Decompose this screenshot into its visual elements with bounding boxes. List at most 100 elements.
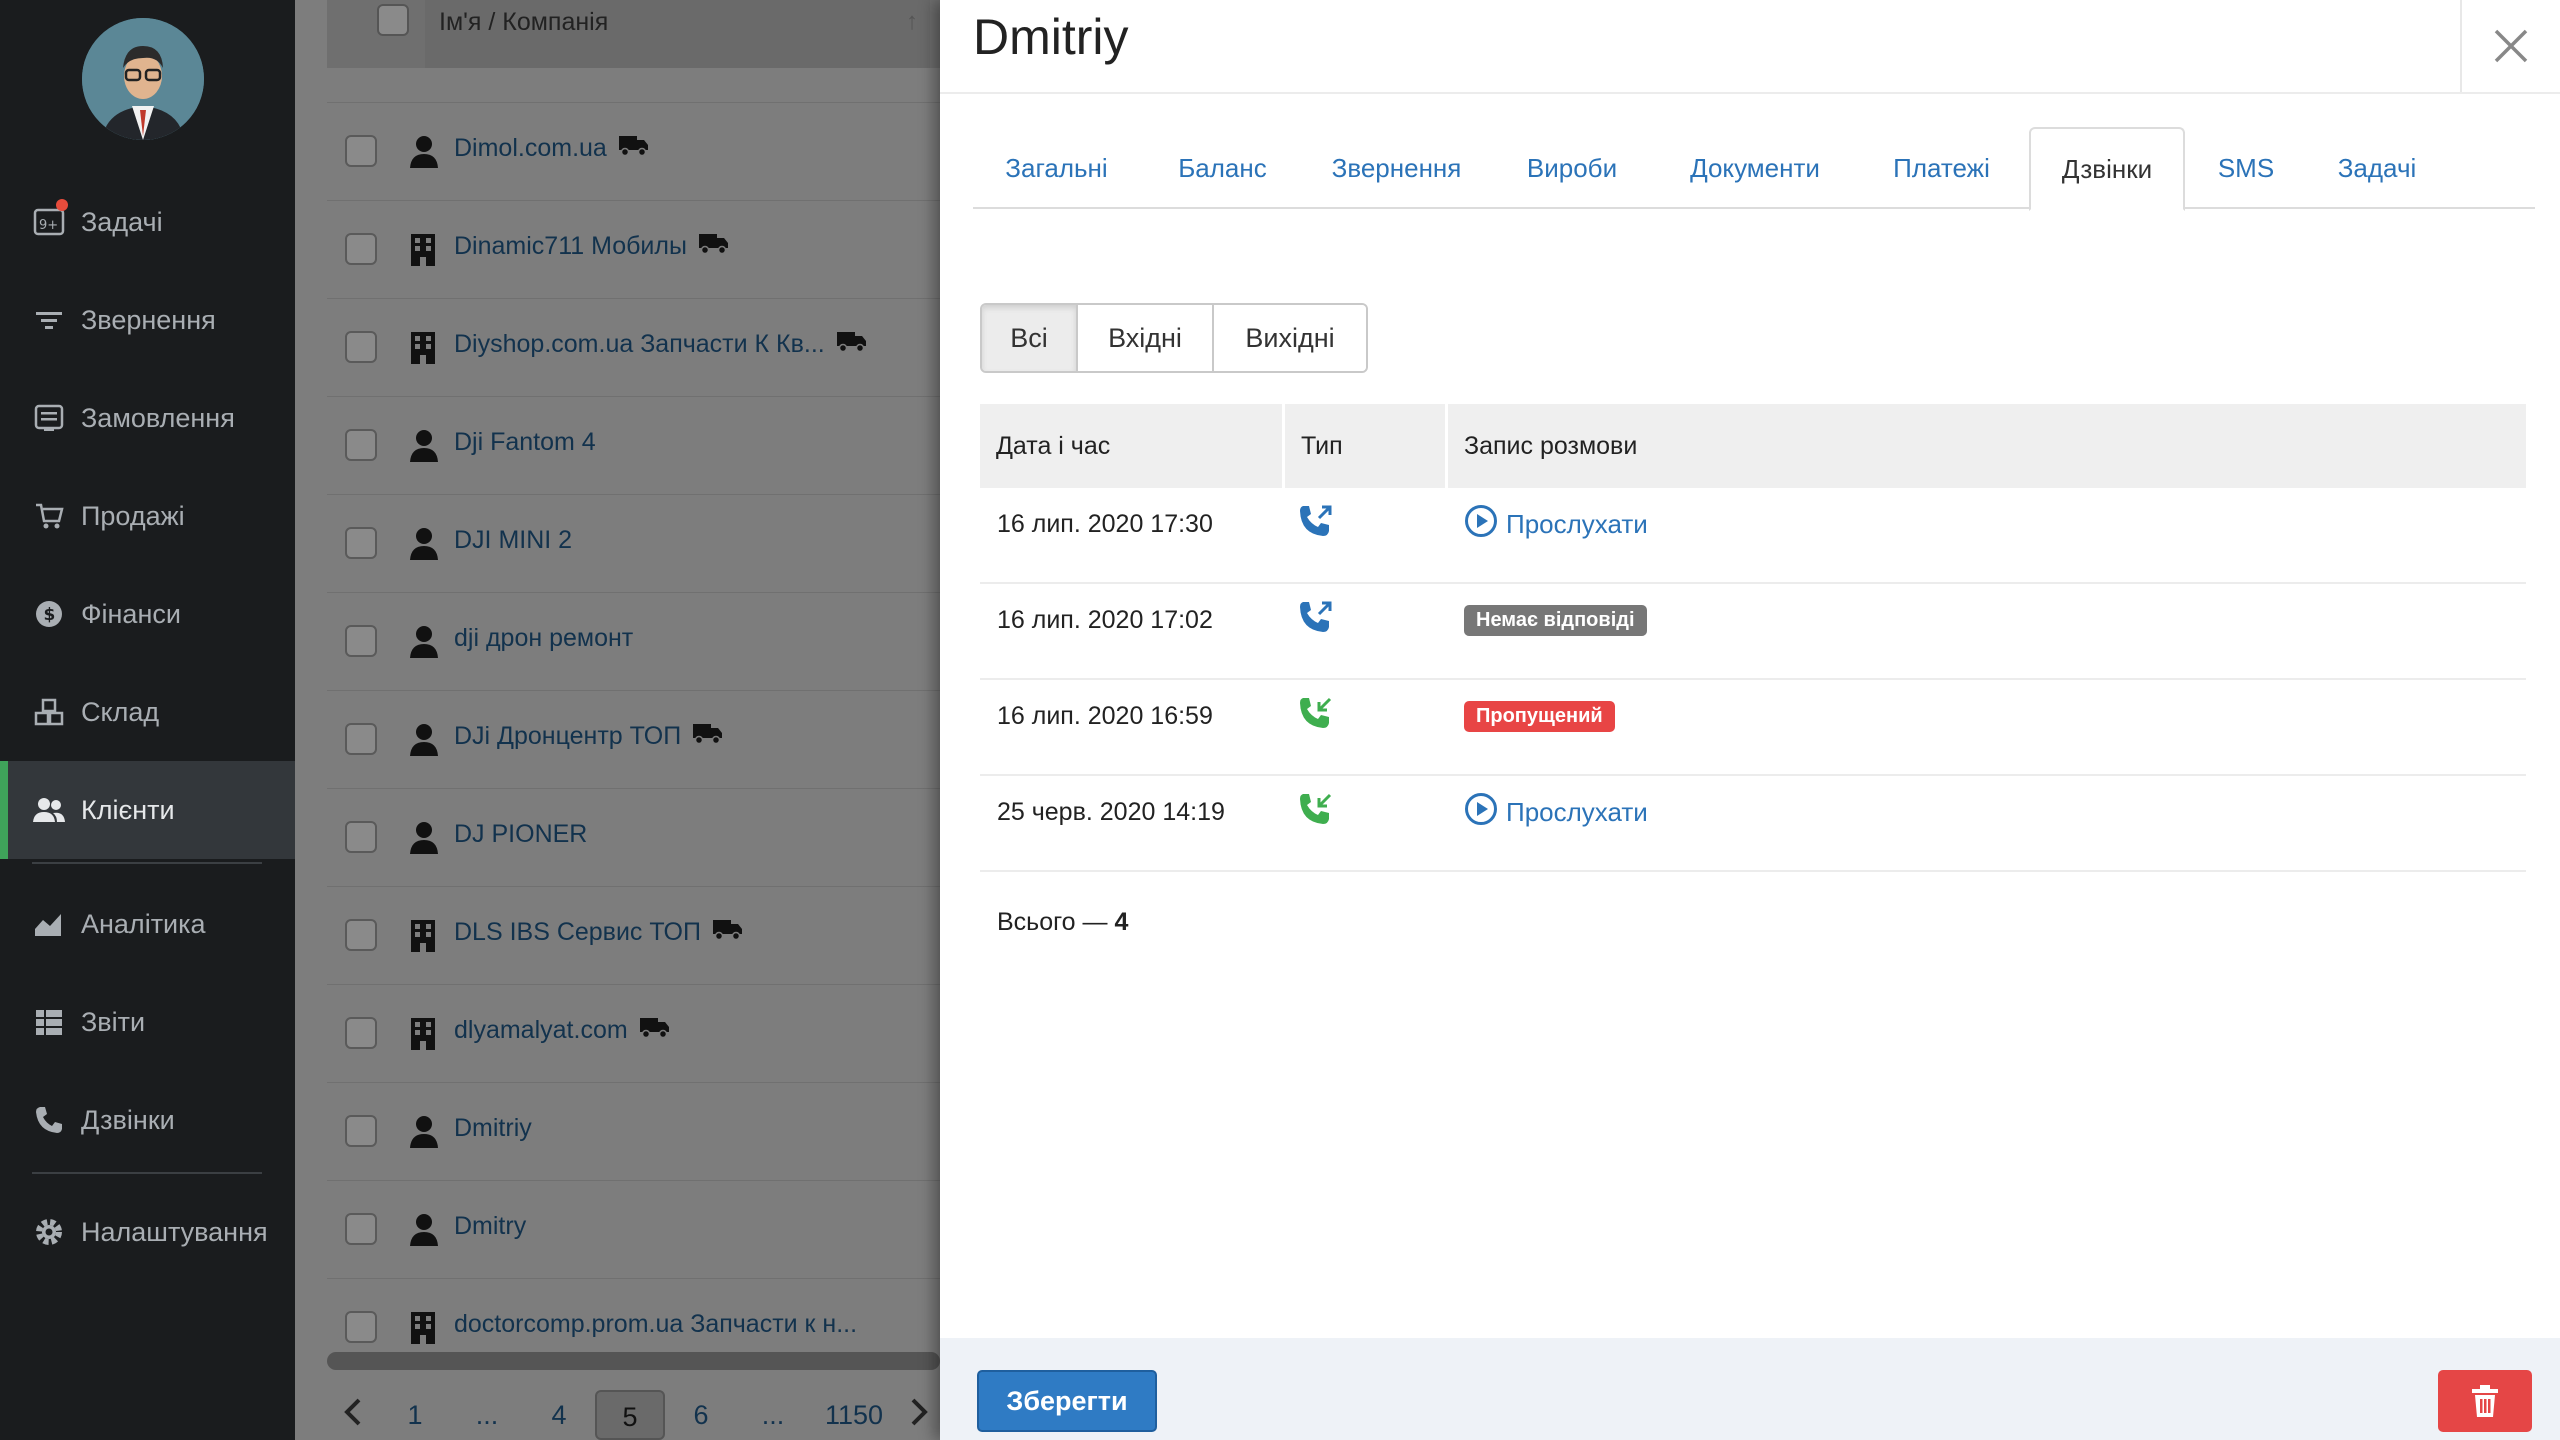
date-column-header: Дата і час bbox=[996, 431, 1111, 460]
table-row[interactable]: Dinamic711 Мобилы bbox=[327, 200, 940, 298]
close-button[interactable] bbox=[2460, 0, 2560, 92]
client-name[interactable]: DJi Дронцентр ТОП bbox=[454, 722, 681, 750]
horizontal-scrollbar[interactable] bbox=[327, 1352, 940, 1370]
client-name-link[interactable]: Dinamic711 Мобилы bbox=[454, 232, 729, 262]
client-name[interactable]: Diyshop.com.ua Запчасти К Кв... bbox=[454, 330, 825, 358]
tab-payments[interactable]: Платежі bbox=[1854, 127, 2029, 209]
client-name-link[interactable]: Dmitriy bbox=[454, 1114, 532, 1143]
table-row[interactable]: dji дрон ремонт bbox=[327, 592, 940, 690]
client-name-link[interactable]: Dimol.com.ua bbox=[454, 134, 649, 164]
company-icon bbox=[409, 1311, 439, 1345]
call-date: 16 лип. 2020 17:02 bbox=[997, 605, 1213, 634]
table-row[interactable]: Dji Fantom 4 bbox=[327, 396, 940, 494]
tab-general[interactable]: Загальні bbox=[973, 127, 1140, 209]
sidebar-item-orders[interactable]: Замовлення bbox=[0, 369, 295, 467]
row-checkbox[interactable] bbox=[345, 429, 377, 461]
filter-incoming-button[interactable]: Вхідні bbox=[1078, 305, 1214, 371]
delivery-truck-icon bbox=[639, 1017, 670, 1046]
listen-link[interactable]: Прослухати bbox=[1464, 504, 1648, 545]
table-row[interactable]: Dmitriy bbox=[327, 1082, 940, 1180]
client-name[interactable]: doctorcomp.prom.ua Запчасти к н... bbox=[454, 1310, 857, 1338]
page-link[interactable]: 1 bbox=[379, 1400, 451, 1431]
filter-all-button[interactable]: Всі bbox=[982, 305, 1078, 371]
name-column-header[interactable]: Ім'я / Компанія ↑ bbox=[425, 0, 930, 68]
call-filter: Всі Вхідні Вихідні bbox=[980, 303, 1368, 373]
tab-tasks[interactable]: Задачі bbox=[2307, 127, 2447, 209]
client-name-link[interactable]: DJi Дронцентр ТОП bbox=[454, 722, 723, 752]
row-checkbox[interactable] bbox=[345, 821, 377, 853]
client-name[interactable]: Dinamic711 Мобилы bbox=[454, 232, 687, 260]
sidebar-item-requests[interactable]: Звернення bbox=[0, 271, 295, 369]
row-checkbox[interactable] bbox=[345, 1311, 377, 1343]
table-row[interactable]: DJi Дронцентр ТОП bbox=[327, 690, 940, 788]
client-name[interactable]: DJ PIONER bbox=[454, 820, 587, 848]
row-checkbox[interactable] bbox=[345, 331, 377, 363]
table-row[interactable]: Dimol.com.ua bbox=[327, 102, 940, 200]
table-row[interactable]: Diyshop.com.ua Запчасти К Кв... bbox=[327, 298, 940, 396]
delete-button[interactable] bbox=[2438, 1370, 2532, 1432]
client-name-link[interactable]: dlyamalyat.com bbox=[454, 1016, 670, 1046]
table-row[interactable]: DLS IBS Сервис ТОП bbox=[327, 886, 940, 984]
save-button[interactable]: Зберегти bbox=[977, 1370, 1157, 1432]
row-checkbox[interactable] bbox=[345, 723, 377, 755]
sidebar-item-clients[interactable]: Клієнти bbox=[0, 761, 295, 859]
sidebar-item-calls[interactable]: Дзвінки bbox=[0, 1071, 295, 1169]
client-name-link[interactable]: Diyshop.com.ua Запчасти К Кв... bbox=[454, 330, 867, 360]
client-name-link[interactable]: DJI MINI 2 bbox=[454, 526, 572, 555]
table-row[interactable]: dlyamalyat.com bbox=[327, 984, 940, 1082]
client-name[interactable]: dji дрон ремонт bbox=[454, 624, 633, 652]
listen-label[interactable]: Прослухати bbox=[1506, 797, 1648, 828]
page-link[interactable]: 4 bbox=[523, 1400, 595, 1431]
tab-balance[interactable]: Баланс bbox=[1140, 127, 1305, 209]
client-name[interactable]: Dmitriy bbox=[454, 1114, 532, 1142]
client-name-link[interactable]: Dmitry bbox=[454, 1212, 526, 1241]
next-page-icon[interactable] bbox=[899, 1397, 939, 1434]
client-name[interactable]: Dimol.com.ua bbox=[454, 134, 607, 162]
client-name-link[interactable]: dji дрон ремонт bbox=[454, 624, 633, 653]
sidebar-item-settings[interactable]: Налаштування bbox=[0, 1183, 295, 1281]
page-link[interactable]: 6 bbox=[665, 1400, 737, 1431]
page-current[interactable]: 5 bbox=[595, 1390, 665, 1440]
listen-label[interactable]: Прослухати bbox=[1506, 509, 1648, 540]
row-checkbox[interactable] bbox=[345, 527, 377, 559]
row-checkbox[interactable] bbox=[345, 233, 377, 265]
sidebar-item-sales[interactable]: Продажі bbox=[0, 467, 295, 565]
sidebar-item-analytics[interactable]: Аналітика bbox=[0, 875, 295, 973]
avatar[interactable] bbox=[82, 18, 204, 140]
client-name[interactable]: Dmitry bbox=[454, 1212, 526, 1240]
sidebar-item-warehouse[interactable]: Склад bbox=[0, 663, 295, 761]
client-name-link[interactable]: DJ PIONER bbox=[454, 820, 587, 849]
table-row[interactable]: DJI MINI 2 bbox=[327, 494, 940, 592]
table-row[interactable]: Dmitry bbox=[327, 1180, 940, 1278]
sidebar-item-tasks[interactable]: 9+ Задачі bbox=[0, 173, 295, 271]
pagination: 1 ... 4 5 6 ... 1150 bbox=[327, 1390, 939, 1440]
client-name[interactable]: Dji Fantom 4 bbox=[454, 428, 596, 456]
row-checkbox[interactable] bbox=[345, 1115, 377, 1147]
row-checkbox[interactable] bbox=[345, 625, 377, 657]
tab-products[interactable]: Вироби bbox=[1488, 127, 1656, 209]
tab-requests[interactable]: Звернення bbox=[1305, 127, 1488, 209]
tab-documents[interactable]: Документи bbox=[1656, 127, 1854, 209]
call-record: Прослухати bbox=[1464, 488, 1648, 560]
select-all-checkbox[interactable] bbox=[377, 4, 409, 36]
page-link[interactable]: 1150 bbox=[809, 1400, 899, 1431]
sidebar-item-finance[interactable]: $ Фінанси bbox=[0, 565, 295, 663]
client-name-link[interactable]: Dji Fantom 4 bbox=[454, 428, 596, 457]
person-icon bbox=[409, 821, 439, 855]
tab-sms[interactable]: SMS bbox=[2185, 127, 2307, 209]
client-name[interactable]: dlyamalyat.com bbox=[454, 1016, 628, 1044]
client-name-link[interactable]: doctorcomp.prom.ua Запчасти к н... bbox=[454, 1310, 857, 1339]
row-checkbox[interactable] bbox=[345, 919, 377, 951]
client-name-link[interactable]: DLS IBS Сервис ТОП bbox=[454, 918, 743, 948]
tab-calls[interactable]: Дзвінки bbox=[2029, 127, 2185, 211]
row-checkbox[interactable] bbox=[345, 1213, 377, 1245]
row-checkbox[interactable] bbox=[345, 135, 377, 167]
row-checkbox[interactable] bbox=[345, 1017, 377, 1049]
filter-outgoing-button[interactable]: Вихідні bbox=[1214, 305, 1366, 371]
prev-page-icon[interactable] bbox=[327, 1397, 379, 1434]
table-row[interactable]: DJ PIONER bbox=[327, 788, 940, 886]
client-name[interactable]: DJI MINI 2 bbox=[454, 526, 572, 554]
client-name[interactable]: DLS IBS Сервис ТОП bbox=[454, 918, 701, 946]
listen-link[interactable]: Прослухати bbox=[1464, 792, 1648, 833]
sidebar-item-reports[interactable]: Звіти bbox=[0, 973, 295, 1071]
